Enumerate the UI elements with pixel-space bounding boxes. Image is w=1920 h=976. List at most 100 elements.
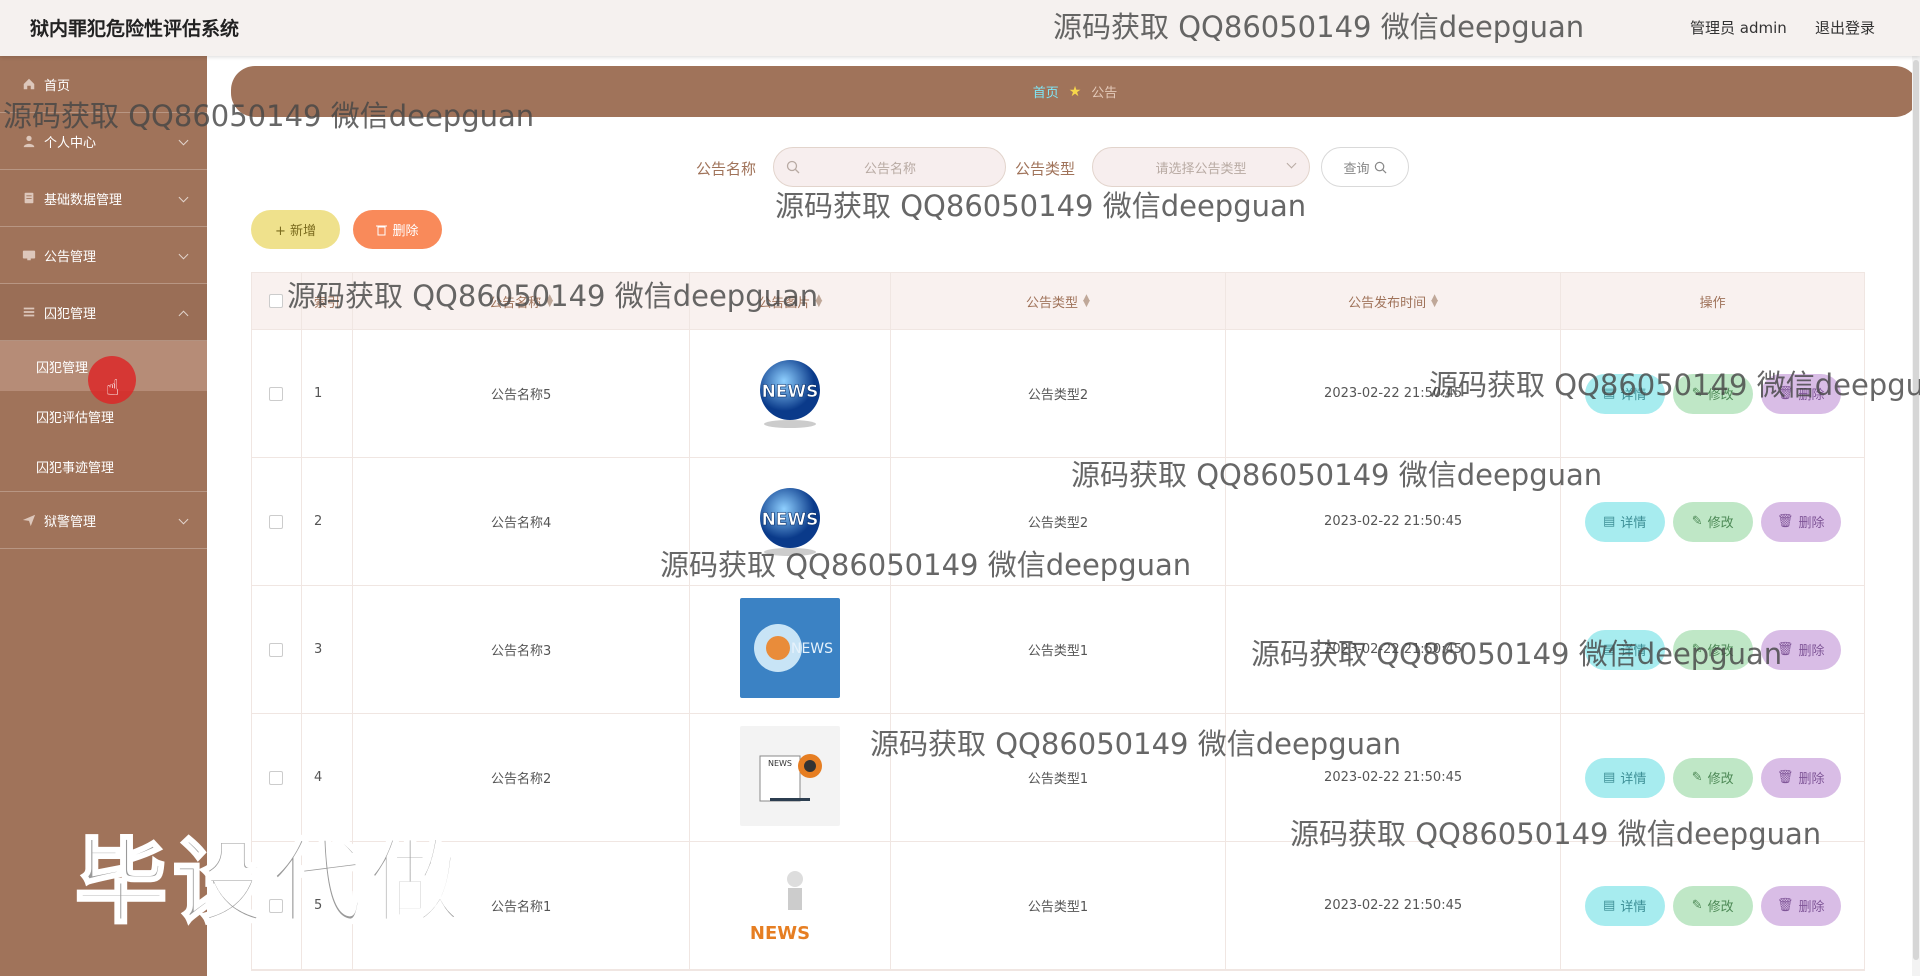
- svg-text:NEWS: NEWS: [768, 759, 792, 768]
- row-checkbox[interactable]: [269, 898, 284, 913]
- col-actions: 操作: [1699, 295, 1726, 311]
- col-type-label: 公告类型: [1026, 295, 1079, 311]
- col-time[interactable]: 公告发布时间 ▲ ▼: [1226, 273, 1562, 329]
- svg-text:NEWS: NEWS: [791, 641, 833, 657]
- row-actions: ▤ 详情 ✎ 修改 🗑 删除: [1561, 714, 1864, 841]
- chevron-up-icon: [178, 310, 189, 321]
- detail-label: 详情: [1620, 388, 1647, 403]
- table-row: 3 公告名称3 NEWS 公告类型1 2023-02-22 21:50:45 ▤…: [252, 586, 1864, 714]
- row-image: NEWS: [690, 586, 892, 713]
- trash-icon: 🗑: [1776, 898, 1794, 913]
- row-select-cell: [252, 714, 302, 841]
- sidebar-item-home[interactable]: 首页: [0, 56, 207, 113]
- sidebar-item-prisoner[interactable]: 囚犯管理: [0, 284, 207, 341]
- breadcrumb-home[interactable]: 首页: [1033, 82, 1059, 101]
- sidebar: 首页 个人中心 基础数据管理 公告管理 囚犯管理 囚犯管理 囚犯评估管理 囚犯事…: [0, 56, 207, 976]
- sidebar-subitem-deeds[interactable]: 囚犯事迹管理: [0, 441, 207, 491]
- row-index: 4: [302, 714, 353, 841]
- scrollbar-thumb[interactable]: [1913, 60, 1919, 960]
- pencil-icon: ✎: [1691, 642, 1703, 657]
- detail-button[interactable]: ▤ 详情: [1584, 501, 1665, 542]
- search-icon: [786, 160, 800, 174]
- table-row: 5 公告名称1 NEWS 公告类型1 2023-02-22 21:50:45 ▤…: [252, 842, 1864, 970]
- detail-button[interactable]: ▤ 详情: [1584, 373, 1665, 414]
- svg-text:NEWS: NEWS: [762, 382, 819, 402]
- table-header: 索引 公告名称 ▲ ▼ 公告图片 ▲ ▼ 公告类型 ▲ ▼ 公告发布时间 ▲ ▼ 操作: [252, 273, 1864, 330]
- delete-button[interactable]: 🗑 删除: [1760, 629, 1841, 670]
- delete-button[interactable]: 🗑 删除: [1760, 501, 1841, 542]
- news-globe-icon: NEWS: [740, 470, 840, 574]
- sort-icon[interactable]: ▲ ▼: [815, 294, 822, 309]
- edit-label: 修改: [1707, 516, 1734, 531]
- sort-icon[interactable]: ▲ ▼: [546, 294, 553, 309]
- home-icon: [23, 78, 35, 90]
- detail-button[interactable]: ▤ 详情: [1584, 885, 1665, 926]
- doc-icon: ▤: [1603, 386, 1616, 401]
- row-index: 1: [302, 330, 353, 457]
- col-type[interactable]: 公告类型 ▲ ▼: [891, 273, 1226, 329]
- col-image-label: 公告图片: [758, 295, 811, 311]
- edit-button[interactable]: ✎ 修改: [1672, 373, 1753, 414]
- edit-button[interactable]: ✎ 修改: [1672, 629, 1753, 670]
- row-type: 公告类型2: [891, 330, 1226, 457]
- detail-label: 详情: [1620, 900, 1647, 915]
- edit-button[interactable]: ✎ 修改: [1672, 501, 1753, 542]
- detail-label: 详情: [1620, 772, 1647, 787]
- row-name: 公告名称5: [353, 330, 691, 457]
- sidebar-item-notice[interactable]: 公告管理: [0, 227, 207, 284]
- sidebar-item-label: 囚犯管理: [44, 306, 97, 322]
- notice-type-select[interactable]: 请选择公告类型: [1092, 147, 1310, 187]
- col-image[interactable]: 公告图片 ▲ ▼: [690, 273, 892, 329]
- sidebar-item-label: 公告管理: [44, 249, 97, 265]
- col-name[interactable]: 公告名称 ▲ ▼: [353, 273, 691, 329]
- delete-label: 删除: [1798, 516, 1825, 531]
- svg-text:NEWS: NEWS: [762, 510, 819, 530]
- table-row: 1 公告名称5 NEWS 公告类型2 2023-02-22 21:50:45 ▤…: [252, 330, 1864, 458]
- select-all-cell: [252, 273, 302, 329]
- row-actions: ▤ 详情 ✎ 修改 🗑 删除: [1561, 458, 1864, 585]
- sort-icon[interactable]: ▲ ▼: [1431, 294, 1438, 309]
- sidebar-item-guard[interactable]: 狱警管理: [0, 492, 207, 549]
- pencil-icon: ✎: [1691, 770, 1703, 785]
- row-checkbox[interactable]: [269, 770, 284, 785]
- select-all-checkbox[interactable]: [269, 294, 284, 308]
- doc-icon: ▤: [1603, 770, 1616, 785]
- edit-button[interactable]: ✎ 修改: [1672, 757, 1753, 798]
- detail-button[interactable]: ▤ 详情: [1584, 757, 1665, 798]
- row-type: 公告类型1: [891, 714, 1226, 841]
- trash-icon: 🗑: [1776, 770, 1794, 785]
- chevron-down-icon: [178, 192, 189, 203]
- news-figure-icon: NEWS: [740, 854, 840, 958]
- add-button[interactable]: + 新增: [251, 210, 340, 249]
- trash-icon: 🗑: [1776, 642, 1794, 657]
- sort-icon[interactable]: ▲ ▼: [1083, 294, 1090, 309]
- edit-button[interactable]: ✎ 修改: [1672, 885, 1753, 926]
- delete-label: 删除: [1798, 388, 1825, 403]
- logout-button[interactable]: 退出登录: [1815, 17, 1875, 38]
- edit-label: 修改: [1707, 644, 1734, 659]
- watermark-text: 源码获取 QQ86050149 微信deepguan: [775, 189, 1307, 223]
- row-index: 3: [302, 586, 353, 713]
- breadcrumb-current: 公告: [1091, 86, 1118, 101]
- query-button[interactable]: 查询: [1321, 147, 1409, 187]
- row-checkbox[interactable]: [269, 514, 284, 529]
- app-title: 狱内罪犯危险性评估系统: [30, 18, 240, 40]
- hand-pointer-icon: ☝: [106, 376, 120, 401]
- notice-table: 索引 公告名称 ▲ ▼ 公告图片 ▲ ▼ 公告类型 ▲ ▼ 公告发布时间 ▲ ▼ 操作 1 公告…: [251, 272, 1865, 971]
- detail-button[interactable]: ▤ 详情: [1584, 629, 1665, 670]
- row-name: 公告名称4: [353, 458, 691, 585]
- row-checkbox[interactable]: [269, 386, 284, 401]
- edit-label: 修改: [1707, 772, 1734, 787]
- delete-button[interactable]: 🗑 删除: [1760, 373, 1841, 414]
- delete-button[interactable]: 🗑 删除: [1760, 757, 1841, 798]
- doc-icon: ▤: [1603, 514, 1616, 529]
- row-image: NEWS: [690, 842, 892, 969]
- batch-delete-button[interactable]: 删除: [353, 210, 442, 249]
- chevron-down-icon: [178, 249, 189, 260]
- admin-user-label: 管理员 admin: [1690, 19, 1787, 37]
- notice-name-input[interactable]: 公告名称: [773, 147, 1006, 187]
- delete-button[interactable]: 🗑 删除: [1760, 885, 1841, 926]
- detail-label: 详情: [1620, 516, 1647, 531]
- delete-label: 删除: [1798, 900, 1825, 915]
- row-checkbox[interactable]: [269, 642, 284, 657]
